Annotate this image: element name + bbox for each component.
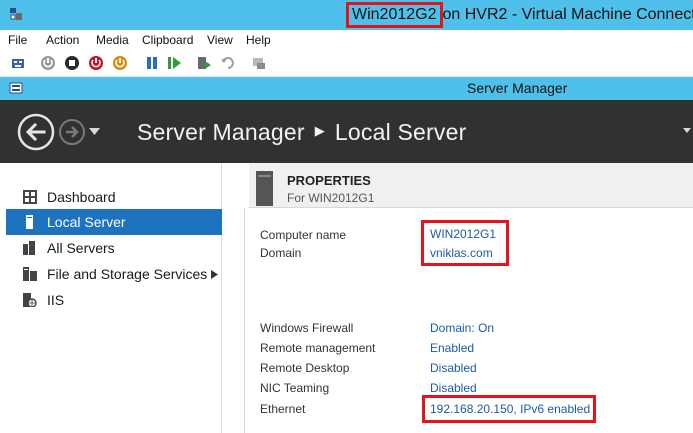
breadcrumb-root[interactable]: Server Manager [137,119,305,145]
server-manager-title-bar: Server Manager [0,77,693,100]
server-tile-icon [256,171,273,206]
menu-action[interactable]: Action [46,33,79,47]
turn-off-icon[interactable] [64,55,80,71]
server-manager-window-title: Server Manager [467,80,568,96]
property-value-nic-teaming[interactable]: Disabled [430,381,477,395]
sidebar-item-all-servers[interactable]: All Servers [6,235,222,261]
menu-view[interactable]: View [207,33,233,47]
shut-down-icon[interactable] [88,55,104,71]
property-label-ethernet: Ethernet [260,402,306,416]
vm-connection-title-bar: Win2012G2 on HVR2 - Virtual Machine Conne… [0,0,693,30]
resume-icon[interactable] [166,55,182,71]
window-title-rest: on HVR2 - Virtual Machine Connection [442,6,693,23]
property-value-remote-desktop[interactable]: Disabled [430,361,477,375]
property-label-remote-management: Remote management [260,341,376,355]
menu-help[interactable]: Help [246,33,271,47]
property-label-remote-desktop: Remote Desktop [260,361,350,375]
sidebar-item-label: All Servers [47,240,115,256]
header-dropdown-icon[interactable] [683,128,691,134]
menu-bar: File Action Media Clipboard View Help [0,30,693,50]
breadcrumb: Server Manager ▶ Local Server [137,119,466,146]
breadcrumb-current: Local Server [334,119,467,145]
server-manager-header: Server Manager ▶ Local Server [0,100,693,163]
sidebar-item-iis[interactable]: IIS [6,287,222,313]
file-storage-icon [23,267,37,281]
window-title: Win2012G2 on HVR2 - Virtual Machine Conne… [346,2,693,28]
sidebar: Dashboard Local Server All Servers File … [0,163,222,433]
vm-connection-app-icon [10,8,22,20]
history-dropdown-icon[interactable] [89,128,100,136]
chevron-right-icon[interactable] [211,270,218,279]
enhanced-session-icon[interactable] [251,55,267,71]
server-manager-app-icon [9,82,23,94]
vm-host-name-highlight: Win2012G2 [346,2,443,28]
properties-subtitle: For WIN2012G1 [287,191,375,205]
computer-domain-highlight [421,220,509,266]
forward-arrow-icon[interactable] [58,118,86,146]
start-icon[interactable] [40,55,56,71]
property-label-nic-teaming: NIC Teaming [260,381,330,395]
breadcrumb-separator-icon: ▶ [314,122,325,138]
sidebar-item-label: Dashboard [47,189,116,205]
property-label-domain: Domain [260,246,302,260]
all-servers-icon [23,241,35,255]
property-label-windows-firewall: Windows Firewall [260,321,354,335]
sidebar-item-local-server[interactable]: Local Server [6,209,222,235]
revert-icon[interactable] [220,55,236,71]
power-icon[interactable] [112,55,128,71]
back-arrow-icon[interactable] [17,113,55,151]
pause-icon[interactable] [144,55,160,71]
property-value-windows-firewall[interactable]: Domain: On [430,321,494,335]
properties-title: PROPERTIES [287,173,371,188]
properties-panel: PROPERTIES For WIN2012G1 Computer name W… [222,163,693,433]
properties-body: Computer name WIN2012G1 Domain vniklas.c… [244,208,693,433]
menu-file[interactable]: File [8,33,27,47]
toolbar [0,50,693,77]
checkpoint-icon[interactable] [196,55,212,71]
dashboard-icon [23,190,37,204]
local-server-icon [26,215,33,229]
ethernet-highlight [422,395,596,423]
ctrl-alt-del-icon[interactable] [10,55,26,71]
menu-clipboard[interactable]: Clipboard [142,33,193,47]
properties-header: PROPERTIES For WIN2012G1 [249,163,693,208]
sidebar-item-label: File and Storage Services [47,266,208,282]
sidebar-item-label: Local Server [47,214,126,230]
sidebar-item-dashboard[interactable]: Dashboard [6,184,222,210]
property-label-computer-name: Computer name [260,228,347,242]
menu-media[interactable]: Media [96,33,129,47]
sidebar-item-file-storage[interactable]: File and Storage Services [6,261,222,287]
iis-icon [23,293,37,307]
property-value-remote-management[interactable]: Enabled [430,341,474,355]
sidebar-item-label: IIS [47,292,65,308]
